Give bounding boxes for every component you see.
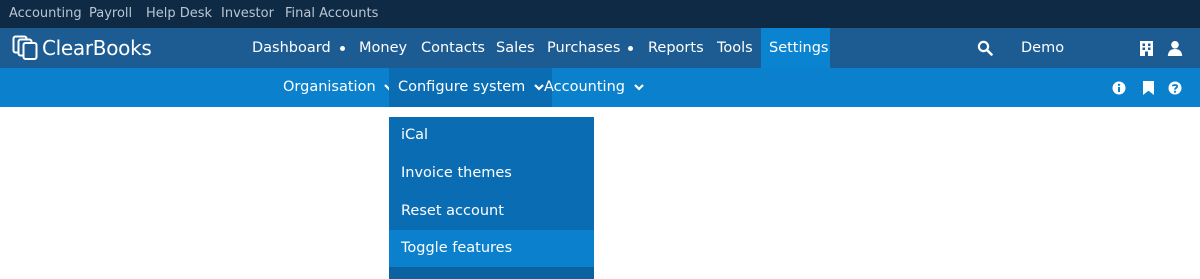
menu-item-toggle-features[interactable]: Toggle features [389,230,594,268]
help-icon[interactable] [1167,80,1183,96]
bookmark-icon[interactable] [1140,80,1156,96]
subnav-organisation[interactable]: Organisation [283,68,395,107]
menu-item-reset-account[interactable]: Reset account [389,193,594,231]
top-link-payroll[interactable]: Payroll [89,6,132,21]
info-icon[interactable] [1111,80,1127,96]
product-switcher-bar: Accounting Payroll Help Desk Investor Fi… [0,0,1200,28]
nav-contacts[interactable]: Contacts [421,28,485,68]
main-nav-bar: ClearBooks Dashboard Money Contacts Sale… [0,28,1200,68]
building-icon[interactable] [1138,40,1154,56]
nav-money[interactable]: Money [359,28,407,68]
subnav-configure-system[interactable]: Configure system [389,68,552,107]
sub-nav-bar: Organisation Configure system Accounting [0,68,1200,107]
chevron-down-icon [633,83,644,91]
nav-purchases[interactable]: Purchases [547,28,620,68]
account-name[interactable]: Demo [1021,28,1064,68]
nav-reports[interactable]: Reports [648,28,704,68]
logo-mark-icon [12,35,38,60]
nav-separator-dot [628,46,633,51]
subnav-organisation-label: Organisation [283,79,376,95]
top-link-accounting[interactable]: Accounting [9,6,82,21]
subnav-configure-system-label: Configure system [398,79,526,95]
user-icon[interactable] [1166,39,1184,57]
subnav-accounting-label: Accounting [544,79,625,95]
nav-separator-dot [340,46,345,51]
menu-item-ical[interactable]: iCal [389,117,594,155]
nav-tools[interactable]: Tools [717,28,753,68]
configure-system-dropdown: iCal Invoice themes Reset account Toggle… [389,117,594,279]
clearbooks-logo[interactable]: ClearBooks [12,34,152,62]
nav-dashboard[interactable]: Dashboard [252,28,331,68]
nav-settings[interactable]: Settings [761,28,830,68]
top-link-help-desk[interactable]: Help Desk [146,6,212,21]
brand-name: ClearBooks [42,36,152,60]
menu-item-invoice-themes[interactable]: Invoice themes [389,155,594,193]
menu-overflow-edge [389,267,594,279]
chevron-down-icon [534,83,544,91]
top-link-investor[interactable]: Investor [221,6,274,21]
nav-sales[interactable]: Sales [496,28,535,68]
top-link-final-accounts[interactable]: Final Accounts [285,6,378,21]
subnav-accounting[interactable]: Accounting [544,68,644,107]
search-icon[interactable] [976,39,994,57]
